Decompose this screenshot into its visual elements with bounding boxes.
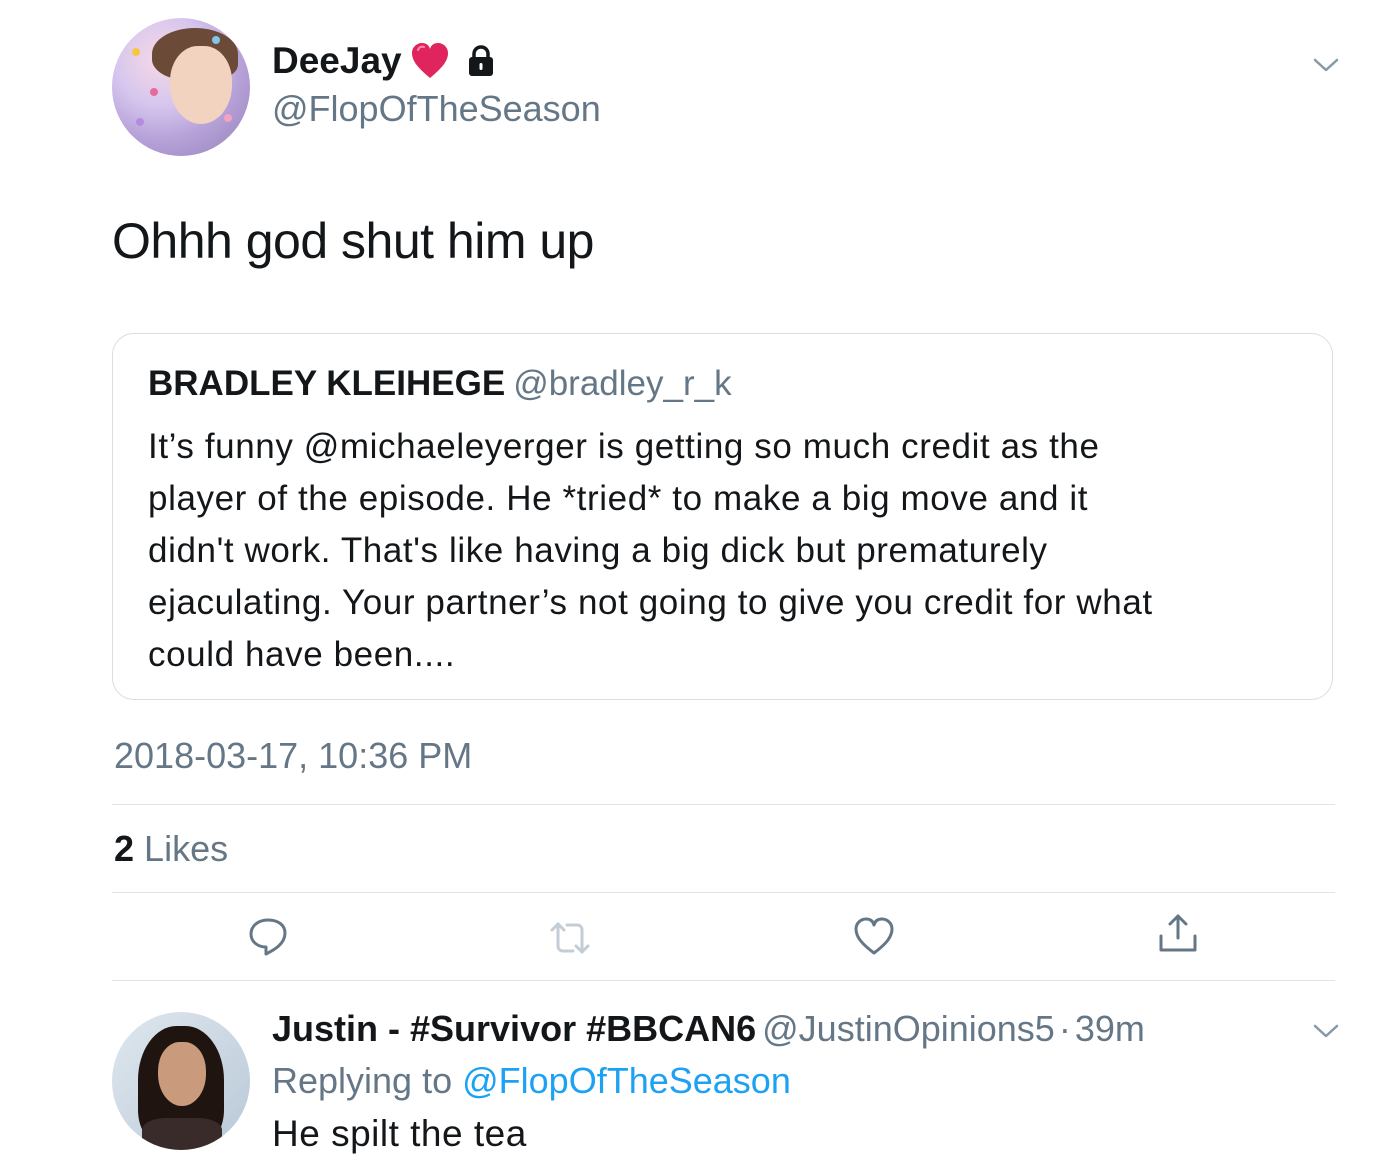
reply-text: He spilt the tea: [272, 1113, 527, 1154]
lock-icon: [468, 45, 493, 76]
quoted-tweet-text: It’s funny @michaeleyerger is getting so…: [148, 421, 1308, 681]
quoted-author-handle: @bradley_r_k: [513, 364, 732, 403]
confetti-dot: [150, 88, 158, 96]
reply-author-handle[interactable]: @JustinOpinions5: [762, 1008, 1055, 1049]
quoted-text-line: player of the episode. He *tried* to mak…: [148, 479, 1089, 518]
confetti-dot: [212, 36, 220, 44]
avatar-face: [170, 46, 232, 124]
share-icon[interactable]: [1156, 912, 1200, 956]
chevron-down-icon[interactable]: [1312, 1022, 1340, 1040]
replying-prefix: Replying to: [272, 1060, 453, 1101]
quoted-text-line: ejaculating. Your partner’s not going to…: [148, 583, 1153, 622]
replying-to: Replying to @FlopOfTheSeason: [272, 1060, 791, 1102]
quoted-author: BRADLEY KLEIHEGE @bradley_r_k: [148, 364, 732, 404]
reply-author-avatar[interactable]: [112, 1012, 250, 1150]
replying-target-link[interactable]: @FlopOfTheSeason: [462, 1060, 791, 1101]
separator-dot: ·: [1058, 1008, 1071, 1049]
reply-author-name[interactable]: Justin - #Survivor #BBCAN6: [272, 1008, 756, 1049]
reply-icon[interactable]: [246, 914, 290, 958]
reply-time[interactable]: 39m: [1075, 1008, 1145, 1049]
chevron-down-icon[interactable]: [1312, 56, 1340, 74]
likes-number: 2: [114, 828, 135, 869]
red-heart-icon: [411, 43, 448, 78]
divider: [112, 980, 1335, 981]
quoted-text-line: It’s funny @michaeleyerger is getting so…: [148, 427, 1100, 466]
confetti-dot: [136, 118, 144, 126]
divider: [112, 804, 1335, 805]
avatar-clothing: [142, 1118, 222, 1150]
author-handle[interactable]: @FlopOfTheSeason: [272, 88, 601, 130]
divider: [112, 892, 1335, 893]
author-display-name[interactable]: DeeJay: [272, 40, 498, 82]
avatar-face: [158, 1042, 206, 1106]
reply-header: Justin - #Survivor #BBCAN6 @JustinOpinion…: [272, 1008, 1145, 1050]
retweet-icon[interactable]: [548, 916, 592, 960]
likes-label: Likes: [144, 828, 229, 869]
likes-count[interactable]: 2 Likes: [114, 828, 228, 870]
like-icon[interactable]: [852, 914, 896, 958]
confetti-dot: [224, 114, 232, 122]
author-avatar[interactable]: [112, 18, 250, 156]
tweet-timestamp: 2018-03-17, 10:36 PM: [114, 735, 473, 776]
confetti-dot: [132, 48, 140, 56]
quoted-author-name: BRADLEY KLEIHEGE: [148, 364, 506, 403]
tweet-text: Ohhh god shut him up: [112, 213, 595, 269]
quoted-text-line: didn't work. That's like having a big di…: [148, 531, 1048, 570]
author-name-text: DeeJay: [272, 40, 402, 81]
quoted-text-line: could have been....: [148, 635, 456, 674]
